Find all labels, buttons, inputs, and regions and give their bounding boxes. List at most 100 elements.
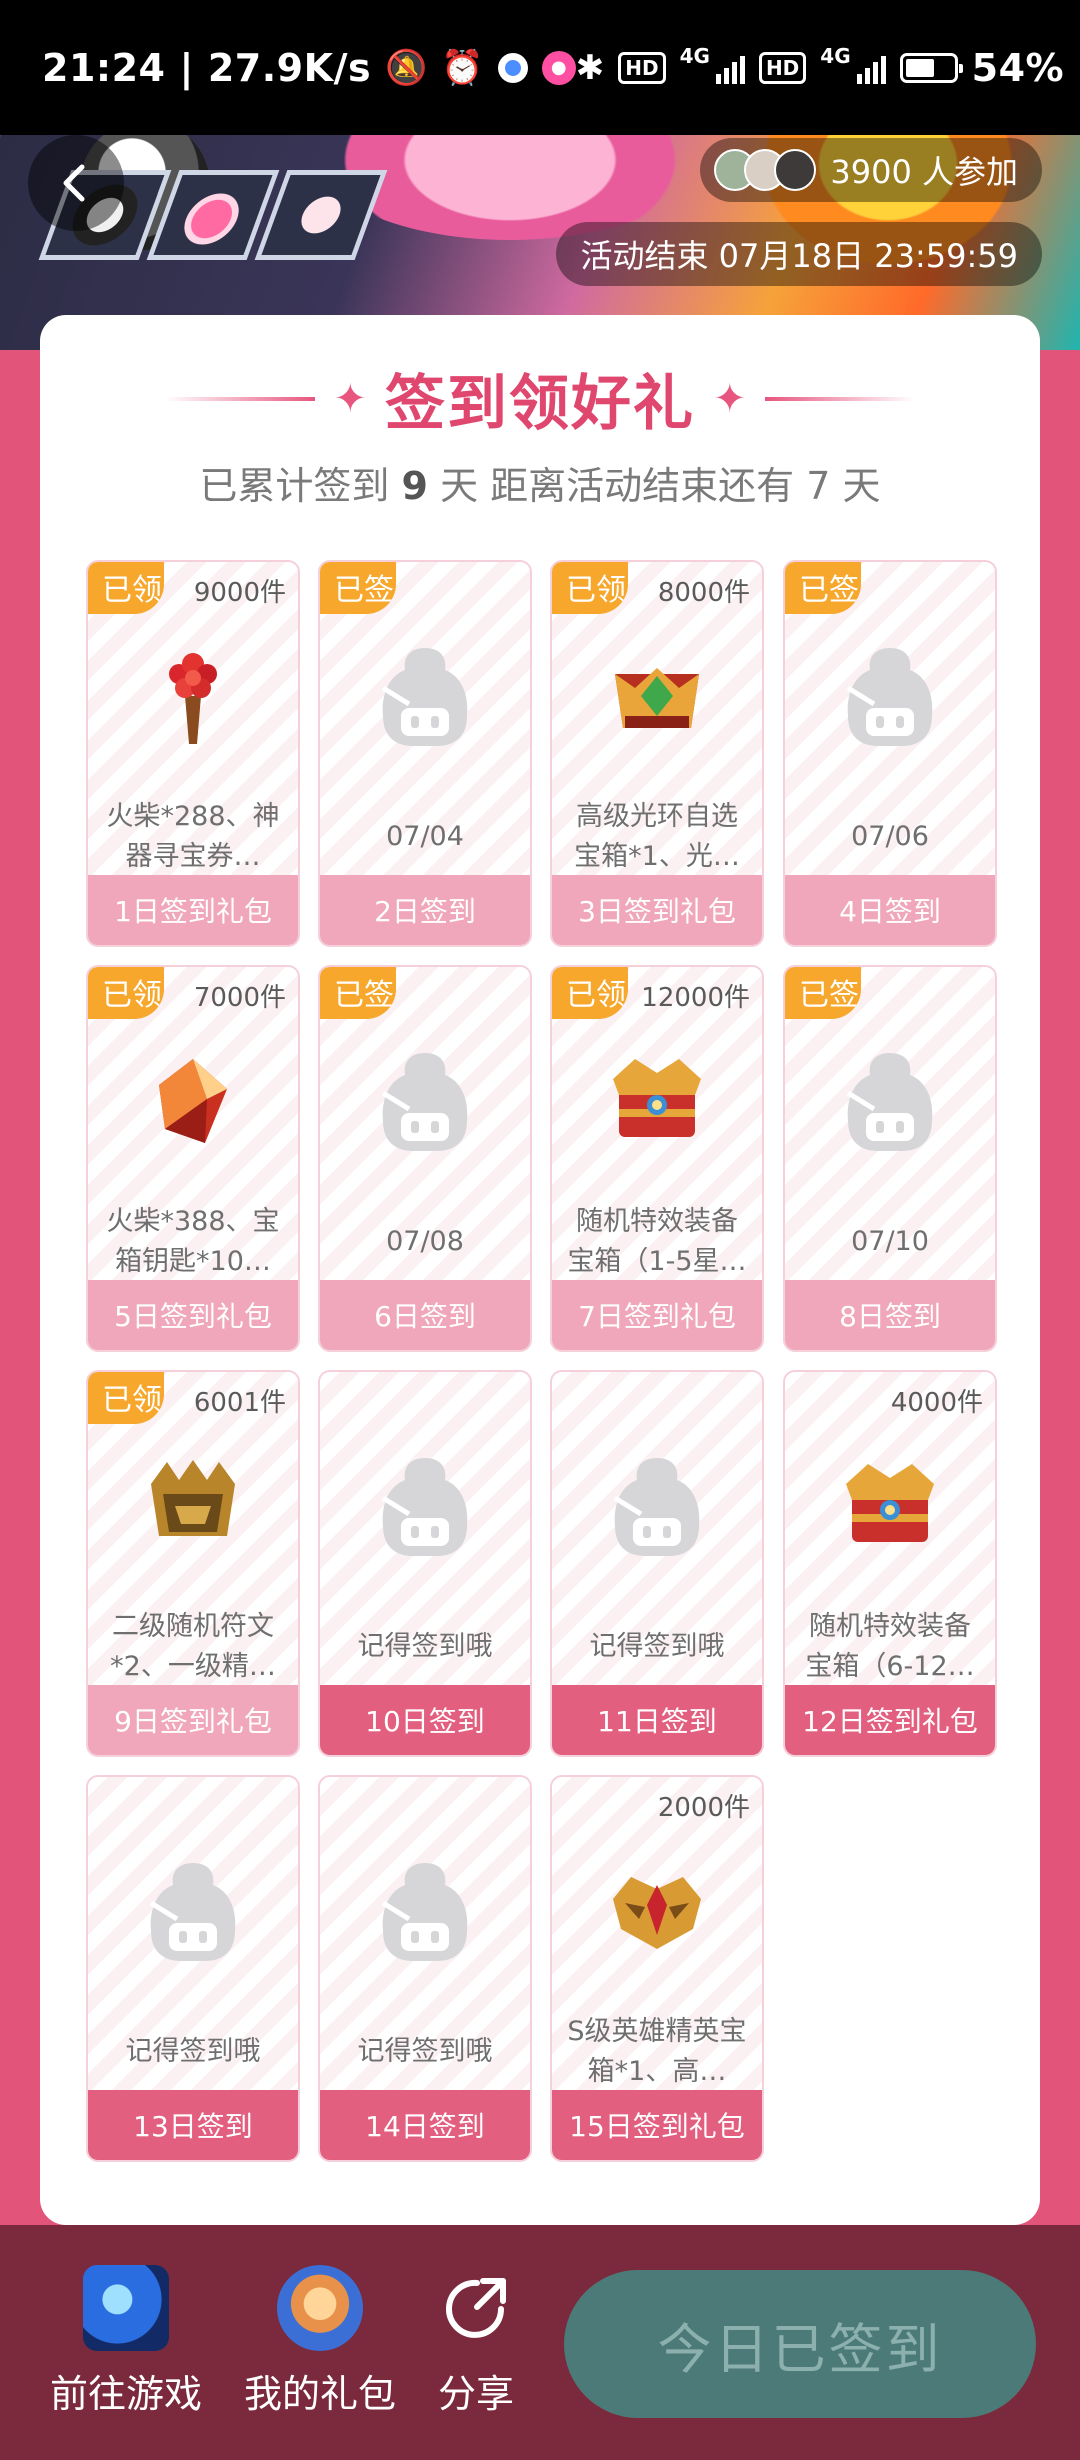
network-type: 4G <box>820 43 851 68</box>
chest-icon <box>838 1454 942 1558</box>
placeholder-icon <box>373 1047 477 1157</box>
checkin-day-tile[interactable]: 已领 7000件 火柴*388、宝箱钥匙*10… 5日签到礼包 <box>86 965 300 1352</box>
card-title-row: ✦ 签到领好礼 ✦ <box>40 355 1040 442</box>
avatar <box>774 149 817 191</box>
mute-bell-icon: 🔕 <box>385 47 428 88</box>
reward-description: 火柴*288、神器寻宝券… <box>106 801 280 872</box>
page-title: 签到领好礼 <box>385 369 695 439</box>
share-icon <box>433 2265 519 2351</box>
remaining-count: 2000件 <box>657 1793 750 1823</box>
chest-icon <box>605 1049 709 1153</box>
checkin-day-tile[interactable]: 已领 12000件随机特效装备宝箱（1-5星… 7日签到礼包 <box>550 965 764 1352</box>
clock: 21:24 <box>42 45 166 90</box>
remaining-count: 12000件 <box>641 983 750 1013</box>
hd-icon: HD <box>758 51 807 84</box>
mask-icon <box>605 1859 709 1963</box>
placeholder-icon <box>838 1047 942 1157</box>
checkin-day-tile[interactable]: 4000件随机特效装备宝箱（6-12… 12日签到礼包 <box>783 1370 997 1757</box>
day-label: 6日签到 <box>320 1280 530 1350</box>
day-label: 11日签到 <box>552 1685 762 1755</box>
game-icon <box>83 2265 169 2351</box>
placeholder-icon <box>838 642 942 752</box>
day-label: 13日签到 <box>88 2090 298 2160</box>
placeholder-icon <box>141 1857 245 1967</box>
signed-days-count: 9 <box>401 464 428 508</box>
app-notification-icon <box>497 52 528 83</box>
gem-icon <box>141 1049 245 1153</box>
checkin-day-tile[interactable]: 记得签到哦 10日签到 <box>318 1370 532 1757</box>
participant-avatars <box>714 149 817 191</box>
back-button[interactable] <box>28 135 124 231</box>
reward-description: S级英雄精英宝箱*1、高… <box>567 2016 747 2087</box>
day-label: 2日签到 <box>320 875 530 945</box>
network-speed: 27.9K/s <box>207 45 372 90</box>
reward-description: 火柴*388、宝箱钥匙*10… <box>106 1206 280 1277</box>
bluetooth-icon: ✱ <box>575 47 605 88</box>
sparkle-icon: ✦ <box>333 375 367 422</box>
reward-description: 随机特效装备宝箱（1-5星… <box>567 1206 747 1277</box>
day-label: 4日签到 <box>785 875 995 945</box>
helmet-icon <box>141 1454 245 1558</box>
torch-icon <box>141 644 245 748</box>
status-badge: 已领 <box>88 562 164 614</box>
reward-description: 二级随机符文*2、一级精… <box>110 1611 276 1682</box>
chevron-left-icon <box>63 164 85 202</box>
event-end-time: 活动结束 07月18日 23:59:59 <box>556 222 1042 286</box>
placeholder-icon <box>373 642 477 752</box>
status-badge: 已领 <box>552 562 628 614</box>
checkin-day-tile[interactable]: 已签 07/06 4日签到 <box>783 560 997 947</box>
battery-icon <box>899 52 963 83</box>
checkin-day-tile[interactable]: 记得签到哦 14日签到 <box>318 1775 532 2162</box>
go-to-game-button[interactable]: 前往游戏 <box>26 2265 226 2418</box>
remaining-count: 9000件 <box>193 578 286 608</box>
checkin-day-tile[interactable]: 记得签到哦 13日签到 <box>86 1775 300 2162</box>
day-label: 7日签到礼包 <box>552 1280 762 1350</box>
day-label: 8日签到 <box>785 1280 995 1350</box>
signal-icon <box>856 52 886 84</box>
remaining-count: 7000件 <box>193 983 286 1013</box>
status-badge: 已领 <box>88 1372 164 1424</box>
remaining-days-count: 7 <box>806 464 831 508</box>
day-label: 1日签到礼包 <box>88 875 298 945</box>
checkin-day-tile[interactable]: 记得签到哦 11日签到 <box>550 1370 764 1757</box>
checkin-day-tile[interactable]: 2000件 S级英雄精英宝箱*1、高… 15日签到礼包 <box>550 1775 764 2162</box>
sparkle-icon: ✦ <box>713 375 747 422</box>
status-badge: 已领 <box>552 967 628 1019</box>
placeholder-icon <box>605 1452 709 1562</box>
checkin-day-tile[interactable]: 已签 07/04 2日签到 <box>318 560 532 947</box>
participants-badge: 3900 人参加 <box>700 138 1042 202</box>
status-badge: 已签 <box>785 562 861 614</box>
remaining-count: 6001件 <box>193 1388 286 1418</box>
status-badge: 已签 <box>785 967 861 1019</box>
remaining-count: 4000件 <box>890 1388 983 1418</box>
hd-icon: HD <box>618 51 666 84</box>
alarm-icon: ⏰ <box>441 47 484 88</box>
signal-icon <box>715 52 745 84</box>
reward-description: 高级光环自选宝箱*1、光… <box>574 801 740 872</box>
share-button[interactable]: 分享 <box>376 2265 576 2418</box>
day-label: 12日签到礼包 <box>785 1685 995 1755</box>
checkin-day-tile[interactable]: 已领 8000件 高级光环自选宝箱*1、光… 3日签到礼包 <box>550 560 764 947</box>
checkin-card: ✦ 签到领好礼 ✦ 已累计签到 9 天 距离活动结束还有 7 天 已领 9000件… <box>40 315 1040 2225</box>
checkin-day-tile[interactable]: 已领 9000件火柴*288、神器寻宝券… 1日签到礼包 <box>86 560 300 947</box>
participants-count: 3900 人参加 <box>830 153 1018 191</box>
day-label: 3日签到礼包 <box>552 875 762 945</box>
checkin-day-tile[interactable]: 已领 6001件二级随机符文*2、一级精… 9日签到礼包 <box>86 1370 300 1757</box>
reward-description: 随机特效装备宝箱（6-12… <box>805 1611 975 1682</box>
app-notification-icon: ● <box>541 50 576 85</box>
day-label: 5日签到礼包 <box>88 1280 298 1350</box>
status-badge: 已签 <box>320 562 396 614</box>
day-label: 14日签到 <box>320 2090 530 2160</box>
divider <box>764 396 915 401</box>
battery-level: 54% <box>971 45 1065 90</box>
signed-today-button[interactable]: 今日已签到 <box>564 2270 1036 2418</box>
checkin-day-tile[interactable]: 已签 07/08 6日签到 <box>318 965 532 1352</box>
checkin-day-tile[interactable]: 已签 07/10 8日签到 <box>783 965 997 1352</box>
status-badge: 已签 <box>320 967 396 1019</box>
day-label: 9日签到礼包 <box>88 1685 298 1755</box>
gift-bag-icon <box>277 2265 363 2351</box>
day-label: 15日签到礼包 <box>552 2090 762 2160</box>
crown-icon <box>605 644 709 748</box>
placeholder-icon <box>373 1452 477 1562</box>
network-type: 4G <box>679 43 710 68</box>
